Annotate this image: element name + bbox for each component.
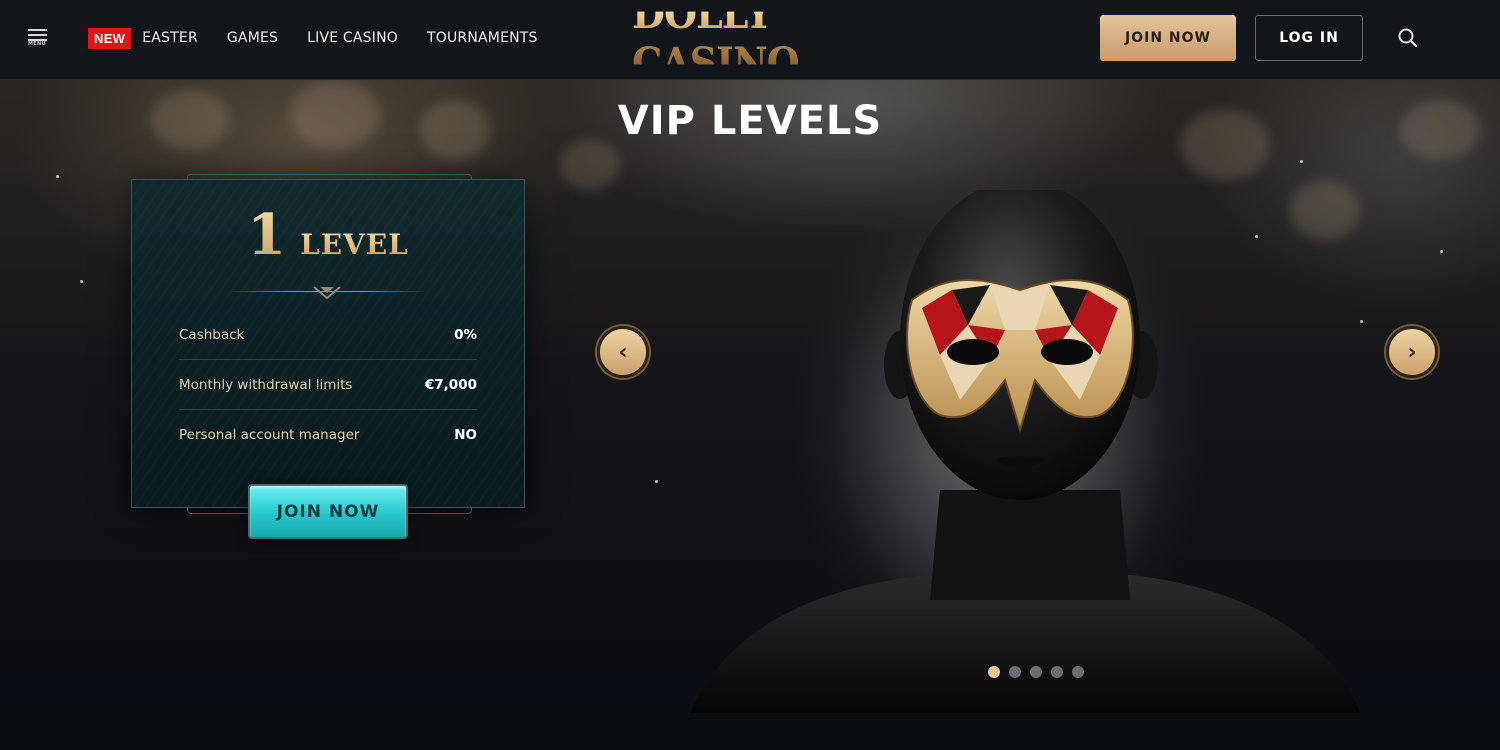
level-number: 1 [247, 202, 287, 268]
carousel-prev-button[interactable]: ‹ [597, 326, 649, 378]
chevron-down-icon [313, 286, 341, 300]
benefit-value: 0% [454, 326, 477, 343]
nav-item-tournaments[interactable]: TOURNAMENTS [427, 30, 538, 46]
benefit-row-cashback: Cashback 0% [179, 310, 477, 360]
carousel-pagination [988, 666, 1093, 678]
carousel-dot-2[interactable] [1009, 666, 1021, 678]
carousel-dot-1[interactable] [988, 666, 1000, 678]
sparkle [1300, 160, 1303, 163]
sparkle [655, 480, 658, 483]
sparkle [80, 280, 83, 283]
nav-item-games[interactable]: GAMES [227, 30, 278, 46]
site-logo[interactable]: DOLLY CASINO [632, 0, 866, 88]
page-title: VIP LEVELS [617, 98, 883, 144]
level-word: LEVEL [300, 228, 409, 261]
menu-label: MENU [28, 41, 46, 47]
carousel-dot-4[interactable] [1051, 666, 1063, 678]
level-benefits-list: Cashback 0% Monthly withdrawal limits €7… [179, 310, 477, 460]
card-join-now-button[interactable]: JOIN NOW [248, 484, 408, 539]
benefit-row-withdrawal-limits: Monthly withdrawal limits €7,000 [179, 360, 477, 410]
vip-hero: VIP LEVELS 1 LEVEL Cashback 0% Monthly w… [0, 80, 1500, 713]
level-heading: 1 LEVEL [132, 202, 524, 268]
masked-figure-image [690, 190, 1360, 713]
new-badge: NEW [88, 27, 132, 49]
main-nav: NEW EASTER GAMES LIVE CASINO TOURNAMENTS [88, 26, 567, 50]
benefit-row-account-manager: Personal account manager NO [179, 410, 477, 460]
benefit-label: Cashback [179, 326, 245, 343]
sparkle [1360, 320, 1363, 323]
carousel-next-button[interactable]: › [1386, 326, 1438, 378]
nav-item-easter[interactable]: EASTER [142, 30, 198, 46]
benefit-value: €7,000 [424, 376, 477, 393]
join-now-button[interactable]: JOIN NOW [1100, 15, 1236, 61]
login-button[interactable]: LOG IN [1255, 15, 1363, 61]
bokeh-light [560, 140, 620, 190]
benefit-label: Monthly withdrawal limits [179, 376, 353, 393]
card-tab-top [187, 174, 472, 180]
sparkle [1440, 250, 1443, 253]
benefit-label: Personal account manager [179, 427, 360, 443]
carousel-dot-3[interactable] [1030, 666, 1042, 678]
nav-item-live-casino[interactable]: LIVE CASINO [307, 30, 398, 46]
benefit-value: NO [454, 427, 477, 443]
vip-level-card: 1 LEVEL Cashback 0% Monthly withdrawal l… [131, 174, 525, 514]
page-bottom-strip [0, 713, 1500, 750]
search-icon[interactable] [1397, 27, 1419, 49]
carousel-dot-5[interactable] [1072, 666, 1084, 678]
top-header: MENU NEW EASTER GAMES LIVE CASINO TOURNA… [0, 0, 1500, 88]
sparkle [56, 175, 59, 178]
